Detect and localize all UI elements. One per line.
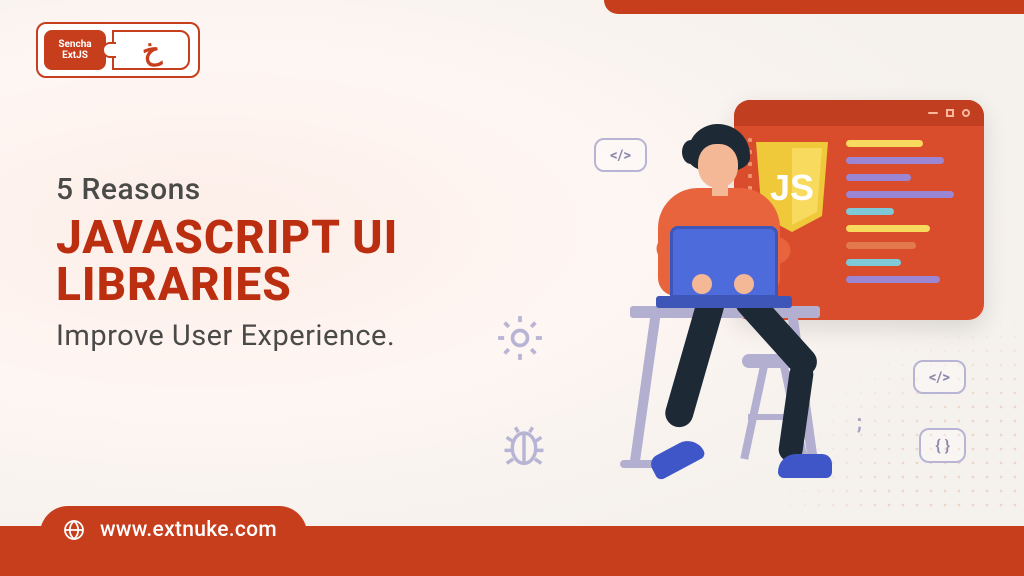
logo-product-text: ExtJS [62,50,88,61]
laptop-base [656,296,792,308]
headline-eyebrow: 5 Reasons [56,172,398,207]
headline-line2: LIBRARIES [56,258,292,312]
stool-leg [740,366,767,460]
window-controls [734,100,984,126]
person-hand [692,274,712,294]
desk-leg [630,316,661,464]
person-hand [734,274,754,294]
footer-url: www.extnuke.com [100,518,277,542]
code-tag-bubble-right: </> [913,360,966,394]
maximize-icon [946,109,954,117]
laptop-screen [670,226,778,298]
top-accent-bar [604,0,1024,14]
person-shoe [778,454,832,478]
code-lines [846,140,966,293]
person-face [698,144,738,188]
headline-sub: Improve User Experience. [56,319,398,353]
brand-logo: Sencha ExtJS خ [36,22,200,78]
logo-brand-text: Sencha [58,39,91,50]
braces-bubble: { } [919,428,966,463]
logo-glyph-icon: خ [139,32,163,68]
logo-badge: Sencha ExtJS [44,30,106,70]
semicolon-glyph: ; [857,410,862,434]
developer-figure [584,124,844,494]
url-pill: www.extnuke.com [40,506,307,554]
bug-icon [498,420,550,472]
globe-icon [62,518,86,542]
logo-glyph-box: خ [112,30,190,70]
hero-illustration: JS </> </> { } ; [444,70,984,510]
headline: 5 Reasons JAVASCRIPT UI LIBRARIES Improv… [56,172,398,353]
minimize-icon [928,112,938,114]
headline-main: JAVASCRIPT UI LIBRARIES [56,215,398,309]
person-shoe [648,435,707,482]
gear-icon [492,310,548,366]
headline-line1: JAVASCRIPT UI [56,211,398,265]
close-icon [962,109,970,117]
